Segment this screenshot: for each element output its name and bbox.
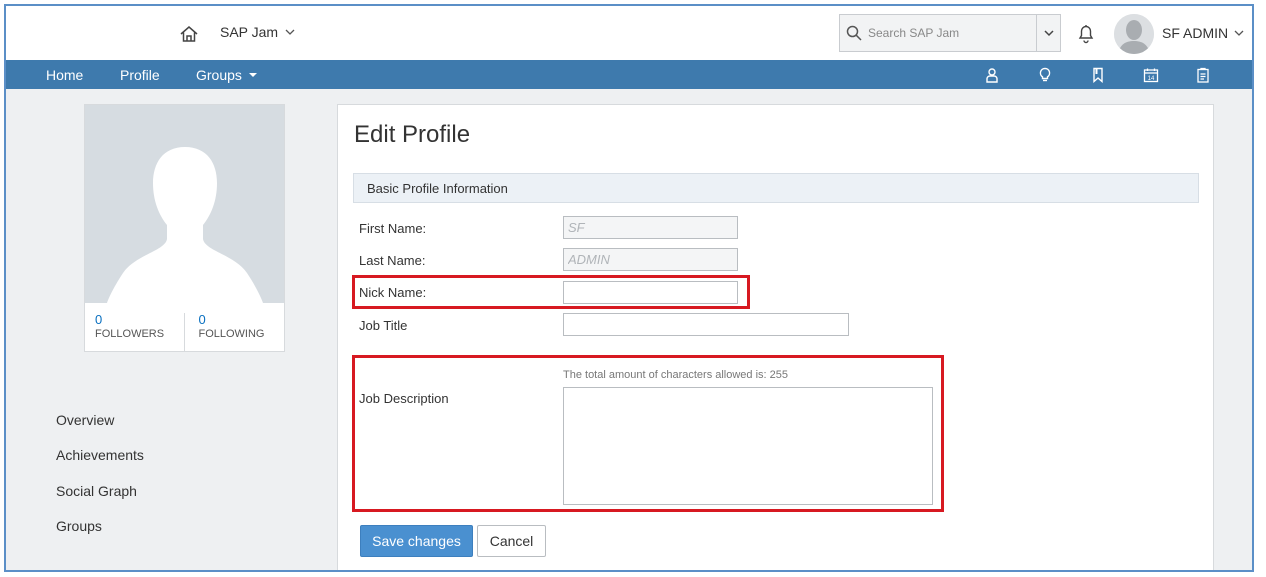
calendar-day: 14 <box>1148 76 1155 82</box>
bookmark-icon[interactable] <box>1090 67 1106 83</box>
following-label: FOLLOWING <box>198 328 265 340</box>
first-name-label: First Name: <box>359 221 427 236</box>
chevron-down-icon <box>1043 30 1054 37</box>
sidebar-item-achievements[interactable]: Achievements <box>56 447 144 463</box>
home-icon[interactable] <box>178 23 200 45</box>
clipboard-icon[interactable] <box>1195 67 1211 83</box>
person-icon[interactable] <box>984 67 1000 83</box>
profile-photo[interactable] <box>85 105 284 303</box>
brand-menu[interactable]: SAP Jam <box>220 24 296 40</box>
job-title-field[interactable] <box>563 313 849 336</box>
profile-stats: 0 FOLLOWERS 0 FOLLOWING <box>85 303 284 351</box>
caret-down-icon <box>248 73 257 77</box>
sidebar-item-social-graph[interactable]: Social Graph <box>56 483 137 499</box>
search-scope-dropdown[interactable] <box>1036 15 1060 51</box>
nav-profile-label: Profile <box>120 67 160 83</box>
person-silhouette-icon <box>1114 14 1154 54</box>
page-title: Edit Profile <box>354 121 471 148</box>
cancel-button[interactable]: Cancel <box>477 525 546 557</box>
following-stat[interactable]: 0 FOLLOWING <box>184 313 284 351</box>
search-box <box>839 14 1061 52</box>
last-name-field[interactable] <box>563 248 738 271</box>
chevron-down-icon <box>1234 30 1244 36</box>
job-description-field[interactable] <box>563 387 933 505</box>
edit-profile-panel: Edit Profile Basic Profile Information F… <box>337 104 1214 570</box>
lightbulb-icon[interactable] <box>1037 67 1053 83</box>
search-input[interactable] <box>868 15 1036 51</box>
job-description-label: Job Description <box>359 391 449 406</box>
character-limit-hint: The total amount of characters allowed i… <box>563 369 789 381</box>
app-frame: SAP Jam Search SAP Jam SF ADMIN Home Pro… <box>4 4 1254 572</box>
following-count[interactable]: 0 <box>198 313 284 327</box>
first-name-field[interactable] <box>563 216 738 239</box>
bell-icon[interactable] <box>1075 22 1097 44</box>
nav-home[interactable]: Home <box>46 67 83 83</box>
main-nav: Home Profile Groups 14 <box>6 60 1252 89</box>
nav-home-label: Home <box>46 67 84 83</box>
chevron-down-icon <box>285 29 295 35</box>
user-menu[interactable]: SF ADMIN <box>1162 25 1245 41</box>
nav-groups[interactable]: Groups <box>196 67 258 83</box>
user-name-label: SF ADMIN <box>1162 25 1229 41</box>
user-avatar[interactable] <box>1114 14 1154 54</box>
save-changes-button[interactable]: Save changes <box>360 525 473 557</box>
search-icon[interactable] <box>840 15 868 51</box>
followers-count[interactable]: 0 <box>95 313 184 327</box>
nick-name-label: Nick Name: <box>359 285 427 300</box>
nick-name-field[interactable] <box>563 281 738 304</box>
section-header: Basic Profile Information <box>353 173 1199 203</box>
calendar-icon[interactable]: 14 <box>1143 67 1159 83</box>
top-header: SAP Jam Search SAP Jam SF ADMIN <box>6 6 1252 60</box>
followers-stat[interactable]: 0 FOLLOWERS <box>85 313 184 351</box>
nav-groups-label: Groups <box>196 67 242 83</box>
profile-card: 0 FOLLOWERS 0 FOLLOWING <box>84 104 285 352</box>
job-title-label: Job Title <box>359 318 408 333</box>
nav-profile[interactable]: Profile <box>120 67 160 83</box>
last-name-label: Last Name: <box>359 253 426 268</box>
person-silhouette-icon <box>107 147 263 303</box>
sidebar-item-overview[interactable]: Overview <box>56 412 114 428</box>
sidebar-item-groups[interactable]: Groups <box>56 518 102 534</box>
brand-label: SAP Jam <box>220 24 279 40</box>
followers-label: FOLLOWERS <box>95 328 165 340</box>
